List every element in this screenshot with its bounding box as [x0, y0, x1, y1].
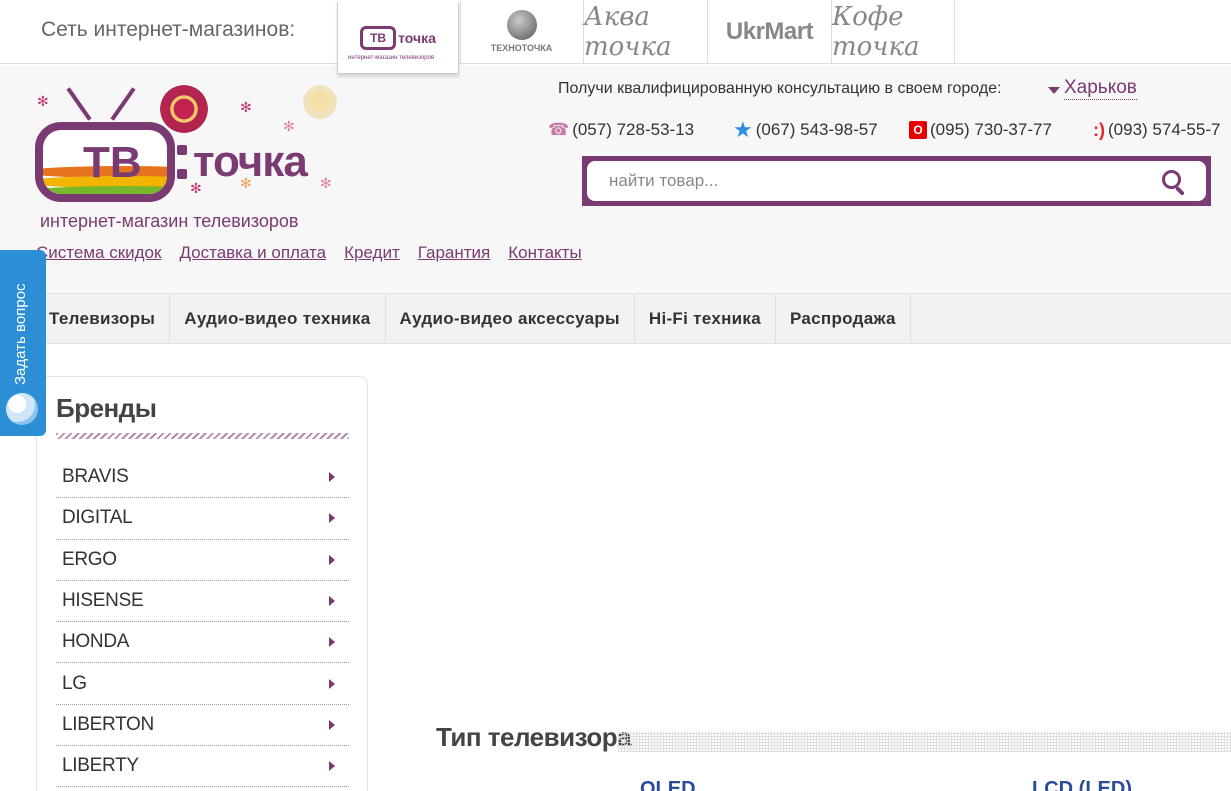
main-nav: Телевизоры Аудио-видео техника Аудио-вид… — [0, 293, 1231, 344]
brand-item-ergo[interactable]: ERGO — [56, 540, 349, 581]
brand-item-hisense[interactable]: HISENSE — [56, 581, 349, 623]
consult-text: Получи квалифицированную консультацию в … — [558, 80, 1002, 97]
chevron-right-icon — [329, 678, 335, 689]
brand-label: HONDA — [62, 631, 130, 653]
snowflake-icon: ✻ — [190, 180, 202, 196]
search-input[interactable] — [609, 161, 1149, 201]
antenna-icon — [110, 87, 136, 121]
network-label: Сеть интернет-магазинов: — [41, 18, 296, 41]
brand-label: LG — [62, 672, 87, 694]
logo-tv-text: ТВ — [83, 138, 142, 187]
vodafone-icon: O — [909, 121, 927, 139]
brand-label: BRAVIS — [62, 466, 129, 488]
link-warranty[interactable]: Гарантия — [418, 243, 491, 263]
flower-decoration-icon — [303, 85, 337, 119]
shop-kofe-tochka[interactable]: Кофе точка — [831, 0, 955, 63]
city-selector[interactable]: Харьков — [1064, 77, 1137, 100]
nav-item-audio-video[interactable]: Аудио-видео техника — [170, 294, 386, 343]
search-icon[interactable] — [1160, 168, 1188, 196]
brands-panel: Бренды BRAVIS DIGITAL ERGO HISENSE HONDA… — [36, 376, 368, 791]
tv-type-oled[interactable]: OLED — [640, 778, 696, 791]
snowflake-icon: ✻ — [240, 99, 252, 115]
brand-list: BRAVIS DIGITAL ERGO HISENSE HONDA LG LIB… — [56, 457, 349, 788]
tv-logo-icon: ТВ — [35, 122, 175, 202]
shop-name: Аква точка — [584, 1, 672, 62]
brand-item-bravis[interactable]: BRAVIS — [56, 457, 349, 499]
phone-kyivstar-2[interactable]: ★ (067) 543-98-57 — [733, 117, 878, 142]
brand-label: DIGITAL — [62, 507, 133, 529]
shop-name: UkrMart — [725, 17, 814, 45]
logo-colon — [177, 145, 187, 185]
snowflake-icon: ✻ — [240, 175, 252, 191]
title-divider — [56, 433, 349, 439]
search-box — [582, 156, 1211, 206]
chevron-down-icon[interactable] — [1048, 87, 1060, 94]
chevron-right-icon — [329, 761, 335, 772]
phone-vodafone[interactable]: O (095) 730-37-77 — [909, 120, 1052, 140]
brand-label: HISENSE — [62, 590, 144, 612]
phone-number: (067) 543-98-57 — [755, 120, 878, 139]
info-links: Система скидок Доставка и оплата Кредит … — [36, 243, 582, 263]
chat-bubble-icon — [6, 393, 38, 425]
ask-question-tab[interactable]: Задать вопрос — [0, 250, 46, 436]
chevron-right-icon — [329, 554, 335, 565]
title-divider — [618, 732, 1231, 752]
chevron-right-icon — [329, 596, 335, 607]
ask-question-label: Задать вопрос — [12, 283, 29, 385]
brand-item-liberton[interactable]: LIBERTON — [56, 705, 349, 747]
brand-label: ERGO — [62, 548, 117, 570]
brand-item-honda[interactable]: HONDA — [56, 622, 349, 664]
flower-decoration-icon — [160, 85, 208, 133]
chevron-right-icon — [329, 513, 335, 524]
brand-label: LIBERTY — [62, 755, 139, 777]
snowflake-icon: ✻ — [320, 175, 332, 191]
link-contacts[interactable]: Контакты — [508, 243, 581, 263]
chevron-right-icon — [329, 719, 335, 730]
brand-item-digital[interactable]: DIGITAL — [56, 498, 349, 540]
chevron-right-icon — [329, 637, 335, 648]
link-delivery[interactable]: Доставка и оплата — [179, 243, 326, 263]
brand-item-liberty[interactable]: LIBERTY — [56, 746, 349, 788]
tv-tochka-mini-logo: ТВ точка — [360, 25, 436, 50]
nav-item-accessories[interactable]: Аудио-видео аксессуары — [386, 294, 635, 343]
shop-akva-tochka[interactable]: Аква точка — [583, 0, 707, 63]
brands-title: Бренды — [56, 393, 157, 423]
lifecell-icon: :) — [1093, 120, 1105, 140]
phone-lifecell[interactable]: :) (093) 574-55-7 — [1093, 120, 1220, 140]
shop-techno-tochka[interactable]: ТЕХНОТОЧКА — [460, 0, 582, 63]
site-logo[interactable]: ТВ точка интернет-магазин телевизоров ✻ … — [35, 85, 340, 235]
site-header: ТВ точка интернет-магазин телевизоров ✻ … — [0, 65, 1231, 293]
shop-name: Кофе точка — [832, 1, 920, 62]
logo-subtitle: интернет-магазин телевизоров — [40, 211, 299, 231]
globe-icon — [506, 10, 537, 40]
snowflake-icon: ✻ — [283, 118, 295, 134]
nav-item-sale[interactable]: Распродажа — [776, 294, 911, 343]
brand-item-lg[interactable]: LG — [56, 663, 349, 705]
tv-type-title: Тип телевизора — [436, 722, 632, 752]
link-discounts[interactable]: Система скидок — [36, 243, 161, 263]
phone-number: (095) 730-37-77 — [930, 120, 1052, 139]
shop-name: ТЕХНОТОЧКА — [490, 43, 553, 53]
brand-label: LIBERTON — [62, 713, 154, 735]
phone-number: (093) 574-55-7 — [1108, 120, 1221, 139]
tv-icon: ТВ — [360, 25, 397, 50]
link-credit[interactable]: Кредит — [344, 243, 400, 263]
shop-ukrmart[interactable]: UkrMart — [707, 0, 831, 63]
phone-number: (057) 728-53-13 — [572, 120, 695, 139]
shop-sub: интернет-магазин телевизоров — [348, 55, 435, 61]
antenna-icon — [66, 87, 92, 121]
shop-tv-tochka[interactable]: ТВ точка интернет-магазин телевизоров — [337, 2, 459, 74]
tv-type-lcd[interactable]: LCD (LED) — [1032, 778, 1132, 791]
chevron-right-icon — [329, 472, 335, 483]
kyivstar-star-icon: ★ — [733, 117, 753, 142]
phone-icon: ☎ — [548, 120, 570, 139]
phone-kyivstar-1[interactable]: ☎ (057) 728-53-13 — [548, 120, 694, 140]
network-bar: Сеть интернет-магазинов: ТВ точка интерн… — [0, 0, 1231, 74]
snowflake-icon: ✻ — [37, 93, 49, 109]
nav-item-hifi[interactable]: Hi-Fi техника — [635, 294, 776, 343]
